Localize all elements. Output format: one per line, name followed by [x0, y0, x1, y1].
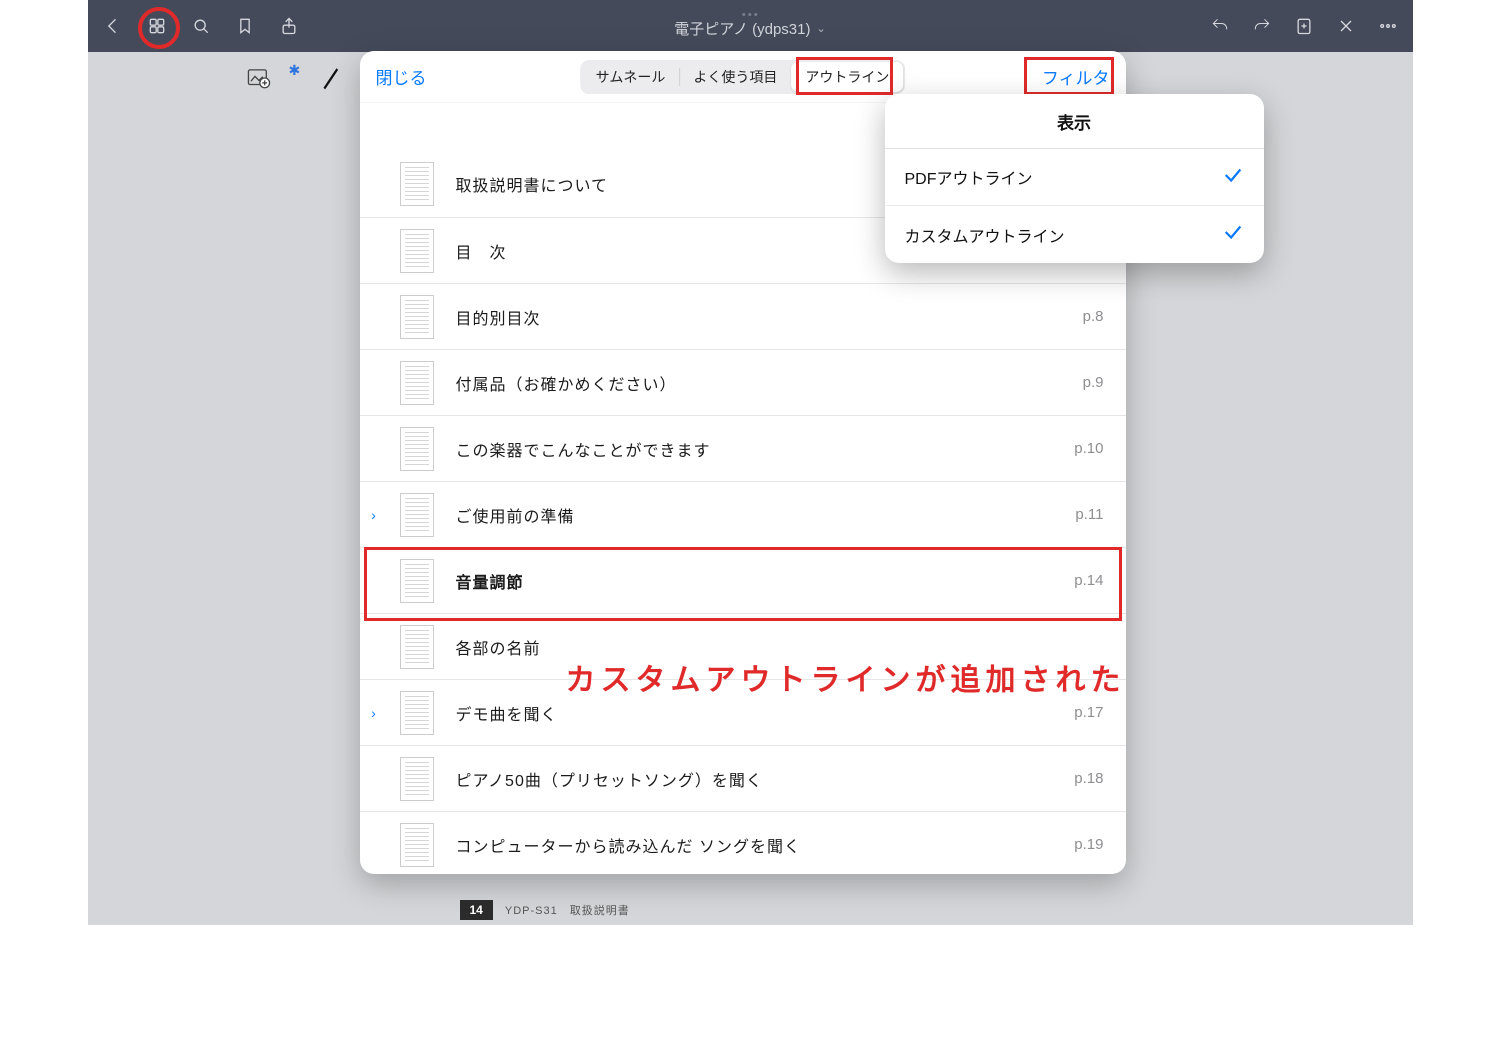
page-thumbnail: [400, 691, 434, 735]
redo-icon[interactable]: [1251, 15, 1273, 37]
outline-page: p.8: [1083, 308, 1104, 325]
page-thumbnail: [400, 229, 434, 273]
popover-title: 表示: [885, 94, 1264, 149]
subtoolbar: ✱: [243, 62, 347, 94]
filter-option-label: PDFアウトライン: [905, 165, 1033, 189]
undo-icon[interactable]: [1209, 15, 1231, 37]
new-icon[interactable]: [1293, 15, 1315, 37]
page-thumbnail: [400, 625, 434, 669]
page-thumbnail: [400, 823, 434, 867]
filter-popover: 表示 PDFアウトラインカスタムアウトライン: [885, 94, 1264, 263]
grid-icon[interactable]: [146, 15, 168, 37]
outline-label: デモ曲を聞く: [456, 701, 1075, 725]
titlebar: 電子ピアノ (ydps31)⌄: [88, 0, 1413, 52]
page-footer: 14 YDP-S31 取扱説明書: [460, 895, 630, 925]
outline-label: コンピューターから読み込んだ ソングを聞く: [456, 833, 1075, 857]
page-thumbnail: [400, 295, 434, 339]
outline-page: p.14: [1074, 572, 1103, 589]
filter-option[interactable]: PDFアウトライン: [885, 149, 1264, 206]
chevron-right-icon[interactable]: ›: [362, 705, 386, 721]
outline-row[interactable]: 音量調節p.14: [360, 547, 1126, 613]
close-button[interactable]: 閉じる: [376, 64, 427, 89]
outline-label: 付属品（お確かめください）: [456, 371, 1083, 395]
page-thumbnail: [400, 427, 434, 471]
outline-page: p.11: [1075, 506, 1103, 523]
outline-label: 目的別目次: [456, 305, 1083, 329]
search-icon[interactable]: [190, 15, 212, 37]
filter-option-label: カスタムアウトライン: [905, 223, 1065, 247]
check-icon: [1222, 164, 1244, 191]
page-thumbnail: [400, 559, 434, 603]
outline-label: ピアノ50曲（プリセットソング）を聞く: [456, 767, 1075, 791]
outline-page: p.19: [1074, 836, 1103, 853]
page-thumbnail: [400, 361, 434, 405]
outline-label: 音量調節: [456, 569, 1075, 593]
tab-favorites[interactable]: よく使う項目: [679, 62, 791, 92]
bookmark-icon[interactable]: [234, 15, 256, 37]
page-title: YDP-S31 取扱説明書: [505, 902, 630, 918]
insert-image-icon[interactable]: [243, 62, 275, 94]
outline-row[interactable]: › ご使用前の準備p.11: [360, 481, 1126, 547]
outline-row[interactable]: コンピューターから読み込んだ ソングを聞くp.19: [360, 811, 1126, 874]
chevron-right-icon[interactable]: ›: [362, 507, 386, 523]
page-thumbnail: [400, 493, 434, 537]
outline-page: p.17: [1074, 704, 1103, 721]
outline-label: この楽器でこんなことができます: [456, 437, 1075, 461]
back-icon[interactable]: [102, 15, 124, 37]
outline-row[interactable]: 目的別目次p.8: [360, 283, 1126, 349]
tab-thumbnails[interactable]: サムネール: [582, 62, 680, 92]
closepanel-icon[interactable]: [1335, 15, 1357, 37]
page-number: 14: [460, 900, 493, 920]
tab-outline[interactable]: アウトライン: [791, 62, 903, 92]
bluetooth-icon: ✱: [289, 62, 301, 79]
outline-page: p.18: [1074, 770, 1103, 787]
pen-icon[interactable]: [314, 62, 346, 94]
more-icon[interactable]: [1377, 15, 1399, 37]
outline-label: ご使用前の準備: [456, 503, 1076, 527]
page-thumbnail: [400, 162, 434, 206]
share-icon[interactable]: [278, 15, 300, 37]
outline-row[interactable]: 付属品（お確かめください）p.9: [360, 349, 1126, 415]
annotation-text: カスタムアウトラインが追加された: [566, 655, 1126, 699]
filter-button[interactable]: フィルタ: [1042, 64, 1110, 89]
outline-page: p.9: [1083, 374, 1104, 391]
check-icon: [1222, 221, 1244, 248]
segmented-control: サムネール よく使う項目 アウトライン: [580, 60, 906, 94]
outline-row[interactable]: ピアノ50曲（プリセットソング）を聞くp.18: [360, 745, 1126, 811]
outline-row[interactable]: この楽器でこんなことができますp.10: [360, 415, 1126, 481]
document-title[interactable]: 電子ピアノ (ydps31)⌄: [674, 18, 825, 39]
outline-page: p.10: [1074, 440, 1103, 457]
page-thumbnail: [400, 757, 434, 801]
filter-option[interactable]: カスタムアウトライン: [885, 206, 1264, 263]
